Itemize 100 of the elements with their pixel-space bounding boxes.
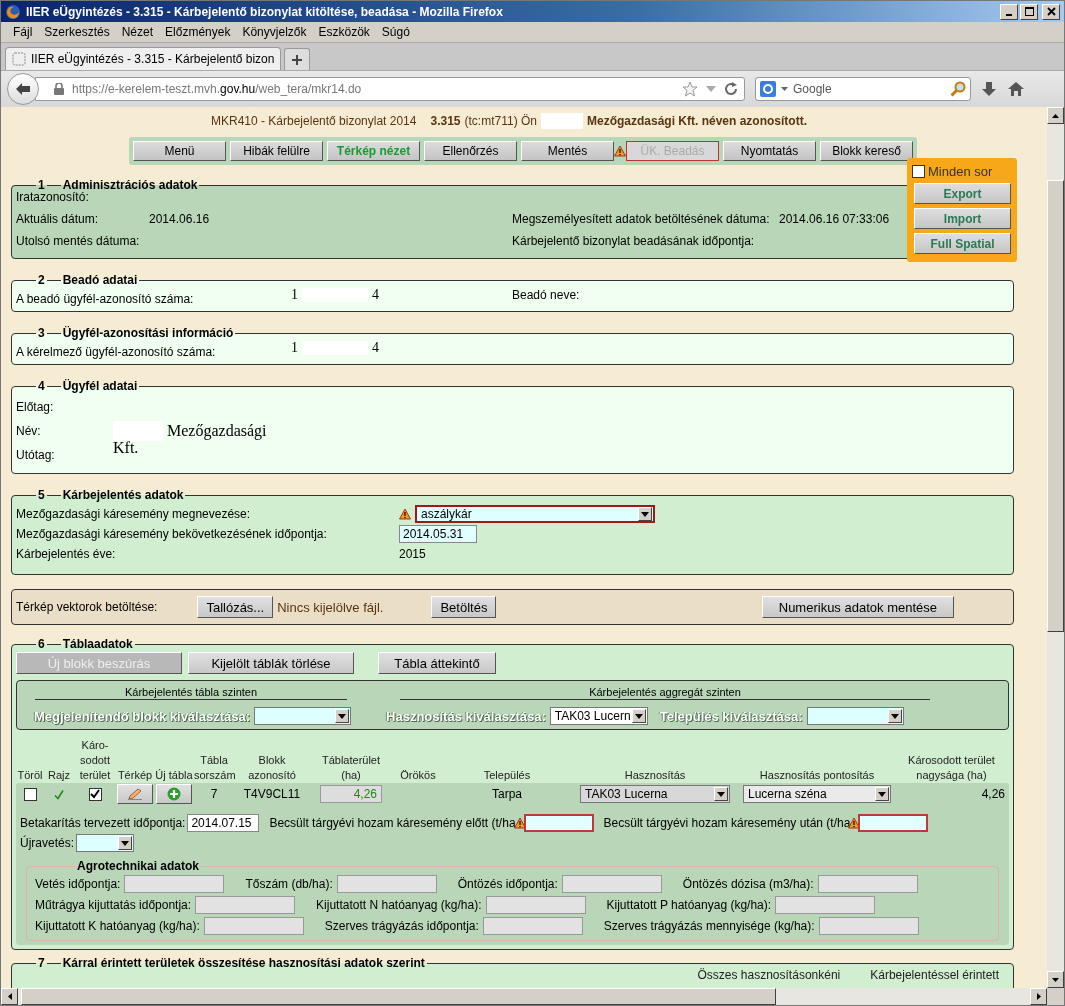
field-label: Utolsó mentés dátuma: bbox=[16, 234, 141, 248]
input-field[interactable] bbox=[482, 916, 583, 935]
lock-icon bbox=[54, 83, 64, 95]
download-icon[interactable] bbox=[981, 81, 997, 97]
toolbar-button[interactable]: Menü bbox=[133, 141, 226, 161]
field-label: Beadó neve: bbox=[512, 288, 580, 302]
maximize-button[interactable] bbox=[1020, 3, 1038, 20]
field-label: A beadó ügyfél-azonosító száma: bbox=[16, 292, 195, 306]
back-button[interactable] bbox=[7, 73, 39, 105]
home-icon[interactable] bbox=[1007, 81, 1025, 97]
yield-field[interactable] bbox=[523, 814, 594, 832]
vertical-scrollbar[interactable] bbox=[1047, 107, 1064, 988]
dropdown[interactable] bbox=[254, 707, 352, 725]
edit-map-button[interactable] bbox=[117, 784, 153, 804]
field-label: Öntözés időpontja: bbox=[457, 876, 558, 891]
caret-icon bbox=[641, 511, 649, 517]
dropdown[interactable] bbox=[76, 834, 135, 852]
star-icon[interactable] bbox=[682, 81, 698, 97]
add-parcel-button[interactable] bbox=[156, 784, 192, 804]
field-label: Szerves trágyázás mennyisége (kg/ha): bbox=[603, 918, 815, 933]
column-header: Kárbejelentéssel érintett bbox=[870, 968, 999, 983]
section-number: 6 bbox=[38, 637, 45, 651]
input-field[interactable] bbox=[203, 916, 304, 935]
file-status: Nincs kijelölve fájl. bbox=[277, 599, 384, 615]
back-arrow-icon bbox=[15, 82, 31, 96]
section-number: 4 bbox=[38, 379, 45, 393]
field-label: A kérelmező ügyfél-azonosító száma: bbox=[16, 345, 217, 359]
menu-item[interactable]: Eszközök bbox=[312, 25, 376, 39]
input-field[interactable] bbox=[561, 874, 662, 893]
reload-icon[interactable] bbox=[724, 82, 738, 96]
horizontal-scrollbar[interactable] bbox=[1, 988, 1064, 1005]
section-number: 1 bbox=[38, 178, 45, 192]
scroll-up-button[interactable] bbox=[1047, 107, 1064, 124]
address-bar[interactable]: https://e-kerelem-teszt.mvh.gov.hu/web_tera/mkr14.do bbox=[35, 77, 745, 101]
scroll-right-button[interactable] bbox=[1030, 988, 1047, 1005]
toolbar-button[interactable]: Ellenőrzés bbox=[424, 141, 517, 161]
window-title: IIER eÜgyintézés - 3.315 - Kárbejelentő bizonylat kitöltése, beadása - Mozilla Firefox bbox=[26, 4, 503, 19]
checkbox[interactable] bbox=[912, 165, 925, 178]
section-number: 7 bbox=[38, 956, 45, 970]
column-header: Károsodott terület nagysága (ha) bbox=[907, 753, 996, 783]
toolbar-button[interactable]: Blokk kereső bbox=[820, 141, 913, 161]
table-cell: Tarpa bbox=[492, 787, 522, 801]
dropdown[interactable]: Lucerna széna bbox=[743, 785, 891, 803]
browse-button[interactable]: Tallózás... bbox=[197, 596, 274, 618]
date-field[interactable]: 2014.05.31 bbox=[399, 525, 477, 543]
section-number: 3 bbox=[38, 326, 45, 340]
input-field[interactable] bbox=[775, 895, 876, 914]
new-tab-button[interactable] bbox=[284, 48, 311, 70]
column-header: Település bbox=[482, 768, 532, 783]
search-icon[interactable] bbox=[950, 81, 966, 97]
load-button[interactable]: Betöltés bbox=[431, 596, 497, 618]
column-header: Hasznosítás pontosítás bbox=[758, 768, 876, 783]
dropdown[interactable]: TAK03 Lucerna bbox=[580, 785, 730, 803]
column-header: Örökös bbox=[399, 768, 437, 783]
action-button[interactable]: Tábla áttekintő bbox=[378, 652, 496, 674]
menu-item[interactable]: Könyvjelzők bbox=[236, 25, 313, 39]
dropdown[interactable]: aszálykár bbox=[415, 505, 655, 523]
dropdown[interactable]: TAK03 Lucern bbox=[549, 707, 648, 725]
plus-icon bbox=[167, 787, 181, 801]
field-value: 2015 bbox=[399, 547, 426, 561]
date-field[interactable]: 2014.07.15 bbox=[187, 814, 260, 832]
id-digit: 1 bbox=[291, 340, 298, 356]
dropdown[interactable] bbox=[806, 707, 904, 725]
input-field[interactable] bbox=[818, 916, 919, 935]
menu-item[interactable]: Szerkesztés bbox=[38, 25, 116, 39]
toolbar-button[interactable]: Hibák felülre bbox=[230, 141, 323, 161]
filter-heading: Kárbejelentés aggregát szinten bbox=[400, 686, 930, 700]
field-label: Tőszám (db/ha): bbox=[245, 876, 333, 891]
browser-tab[interactable]: IIER eÜgyintézés - 3.315 - Kárbejelentő bizon bbox=[5, 47, 282, 70]
scrollbar-thumb[interactable] bbox=[21, 988, 776, 1005]
panel-button[interactable]: Full Spatial bbox=[914, 233, 1011, 254]
input-field[interactable] bbox=[195, 895, 296, 914]
scroll-left-button[interactable] bbox=[1, 988, 18, 1005]
search-engine-icon[interactable] bbox=[760, 81, 776, 97]
close-button[interactable] bbox=[1042, 3, 1060, 20]
menu-item[interactable]: Fájl bbox=[7, 25, 39, 39]
section-title: Agrotechnikai adatok bbox=[77, 859, 200, 873]
input-field[interactable] bbox=[485, 895, 586, 914]
checkbox[interactable] bbox=[88, 787, 102, 801]
field-label: Becsült tárgyévi hozam káresemény után (t/ha bbox=[603, 816, 851, 830]
checkbox[interactable] bbox=[23, 787, 37, 801]
input-field[interactable] bbox=[336, 874, 437, 893]
minimize-button[interactable] bbox=[1000, 3, 1018, 20]
menu-item[interactable]: Súgó bbox=[375, 25, 416, 39]
input-field[interactable] bbox=[817, 874, 918, 893]
yield-field[interactable] bbox=[858, 814, 929, 832]
area-field: 4,26 bbox=[320, 785, 382, 803]
toolbar-button[interactable]: Nyomtatás bbox=[723, 141, 816, 161]
search-field[interactable]: Google bbox=[755, 77, 971, 101]
menu-item[interactable]: Előzmények bbox=[159, 25, 237, 39]
save-button[interactable]: Numerikus adatok mentése bbox=[761, 596, 954, 618]
user-label: (tc:mt711) Ön bbox=[464, 114, 537, 128]
menu-item[interactable]: Nézet bbox=[115, 25, 160, 39]
input-field[interactable] bbox=[124, 874, 225, 893]
id-digit: 1 bbox=[291, 287, 298, 303]
toolbar-button[interactable]: Mentés bbox=[521, 141, 614, 161]
action-button[interactable]: Kijelölt táblák törlése bbox=[188, 652, 354, 674]
scroll-down-button[interactable] bbox=[1047, 971, 1064, 988]
scrollbar-thumb[interactable] bbox=[1047, 180, 1064, 632]
table-cell: 7 bbox=[210, 787, 218, 801]
